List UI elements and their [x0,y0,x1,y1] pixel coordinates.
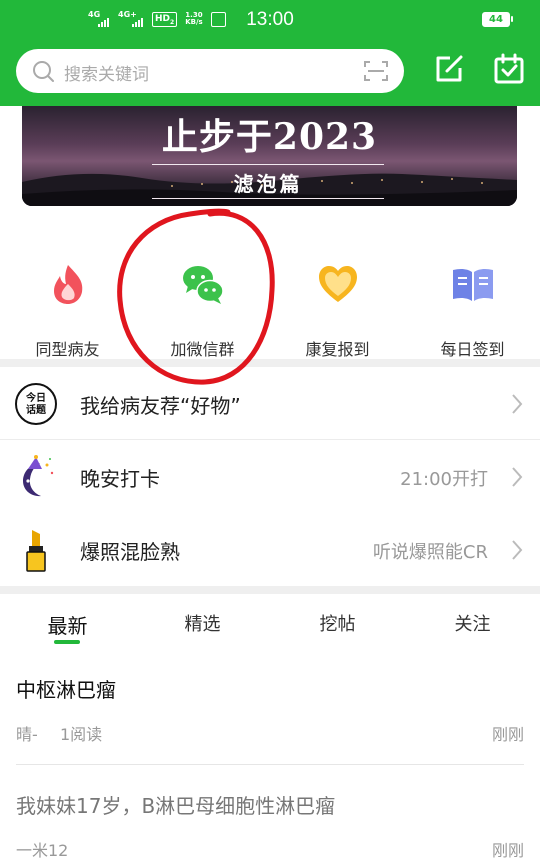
post-author: 晴- [16,725,38,744]
search-bar[interactable]: 搜索关键词 [16,49,404,93]
banner-divider-bottom [152,198,384,199]
svg-text:今日: 今日 [25,391,46,404]
topic-hint: 21:00开打 [400,469,488,490]
chevron-right-icon [512,467,523,487]
tab-latest[interactable]: 最新 [0,610,135,639]
shortcut-same-type-patients[interactable]: 同型病友 [0,258,135,360]
search-icon [33,61,54,82]
calendar-checkin-icon[interactable] [492,52,526,86]
status-time: 13:00 [246,9,294,30]
topic-title: 爆照混脸熟 [80,540,180,564]
post-views: 1阅读 [60,725,103,744]
status-bar: 4G 4G+ HD2 1.30 KB/s 13:00 44 [0,0,540,40]
shortcut-recovery-report[interactable]: 康复报到 [270,258,405,360]
topic-title: 晚安打卡 [80,467,160,491]
wechat-icon [182,266,224,304]
post-title: 中枢淋巴瘤 [16,678,116,702]
heart-icon [318,266,357,302]
section-separator [0,586,540,594]
topic-title: 我给病友荐“好物” [80,394,241,418]
topic-goodnight-checkin[interactable]: 晚安打卡 21:00开打 [0,441,540,513]
book-icon [452,268,493,301]
post-author: 一米12 [16,841,69,860]
chevron-right-icon [512,394,523,414]
tab-featured[interactable]: 精选 [135,610,270,636]
promo-banner[interactable]: 止步于2023 滤泡篇 [22,106,517,206]
svg-text:话题: 话题 [26,403,47,416]
flame-icon [53,265,82,304]
topic-photo-share[interactable]: 爆照混脸熟 听说爆照能CR [0,514,540,586]
section-separator [0,359,540,367]
edit-post-icon[interactable] [432,52,466,86]
chevron-right-icon [512,540,523,560]
tab-dig-posts[interactable]: 挖帖 [270,610,405,636]
banner-title: 止步于2023 [161,116,378,158]
shortcut-row: 同型病友 加微信群 康复报到 每日签到 [0,258,540,360]
topic-recommend-goods[interactable]: 今日 话题 我给病友荐“好物” [0,368,540,440]
post-item[interactable]: 我妹妹17岁，B淋巴母细胞性淋巴瘤 一米12 刚刚 [16,790,524,861]
moon-icon [23,455,54,497]
post-divider [16,764,524,765]
lipstick-icon [26,530,46,572]
post-time: 刚刚 [491,841,524,860]
app-header: 4G 4G+ HD2 1.30 KB/s 13:00 44 搜索关键词 [0,0,540,106]
active-tab-indicator [54,640,80,644]
tab-following[interactable]: 关注 [405,610,540,636]
post-meta: 晴- 1阅读 刚刚 [16,721,524,745]
search-input[interactable]: 搜索关键词 [64,60,149,85]
shortcut-daily-checkin[interactable]: 每日签到 [405,258,540,360]
feed-tabs: 最新 精选 挖帖 关注 [0,596,540,650]
post-meta: 一米12 刚刚 [16,837,524,861]
post-time: 刚刚 [491,725,524,744]
shortcut-join-wechat-group[interactable]: 加微信群 [135,258,270,360]
banner-divider-top [152,164,384,165]
app-screen: 4G 4G+ HD2 1.30 KB/s 13:00 44 搜索关键词 止步于2… [0,0,540,862]
post-item[interactable]: 中枢淋巴瘤 晴- 1阅读 刚刚 [16,674,524,745]
topic-hint: 听说爆照能CR [372,542,488,563]
scan-icon[interactable] [364,60,388,82]
post-title: 我妹妹17岁，B淋巴母细胞性淋巴瘤 [16,794,336,818]
banner-subtitle: 滤泡篇 [233,172,303,196]
today-topic-icon: 今日 话题 [15,383,57,425]
battery-icon: 44 [482,12,513,27]
